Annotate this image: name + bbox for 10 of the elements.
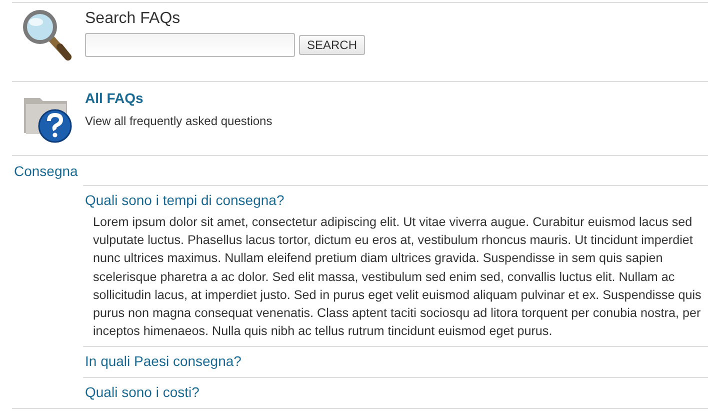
- question-link[interactable]: Quali sono i costi?: [85, 384, 200, 400]
- all-faqs-link[interactable]: All FAQs: [85, 90, 272, 106]
- search-field[interactable]: [85, 33, 295, 57]
- search-button[interactable]: SEARCH: [299, 35, 366, 55]
- search-title: Search FAQs: [85, 10, 182, 28]
- category-heading[interactable]: Consegna: [12, 156, 78, 185]
- answer-text: Lorem ipsum dolor sit amet, consectetur adipiscing elit. Ut vitae viverra augue. Curabitur euismod lacus sed vulputate luctus. Phasellus lacus tortor, dictum eu eros at, vestibulum rhoncus mauris. Ut tincidunt imperdiet nunc ultrices maximus. Nullam eleifend pretium diam ultrices gravida. Suspendisse in sem quis sapien scelerisque pharetra a ac dolor. Sed elit massa, vestibulum sed enim sed, convallis luctus elit. Nullam ac sollicitudin lacus, at imperdiet justo. Sed in purus eget velit euismod aliquam pulvinar et ex. Suspendisse quis purus non magna consequat venenatis. Class aptent taciti sociosqu ad litora torquent per conubia nostra, per inceptos himenaeos. Nulla quis nibh ac tellus rutrum tincidunt euismod eget purus.: [92, 214, 702, 340]
- question-link[interactable]: Quali sono i tempi di consegna?: [85, 192, 284, 208]
- all-faqs-description: View all frequently asked questions: [85, 114, 272, 128]
- question-link[interactable]: In quali Paesi consegna?: [85, 353, 242, 370]
